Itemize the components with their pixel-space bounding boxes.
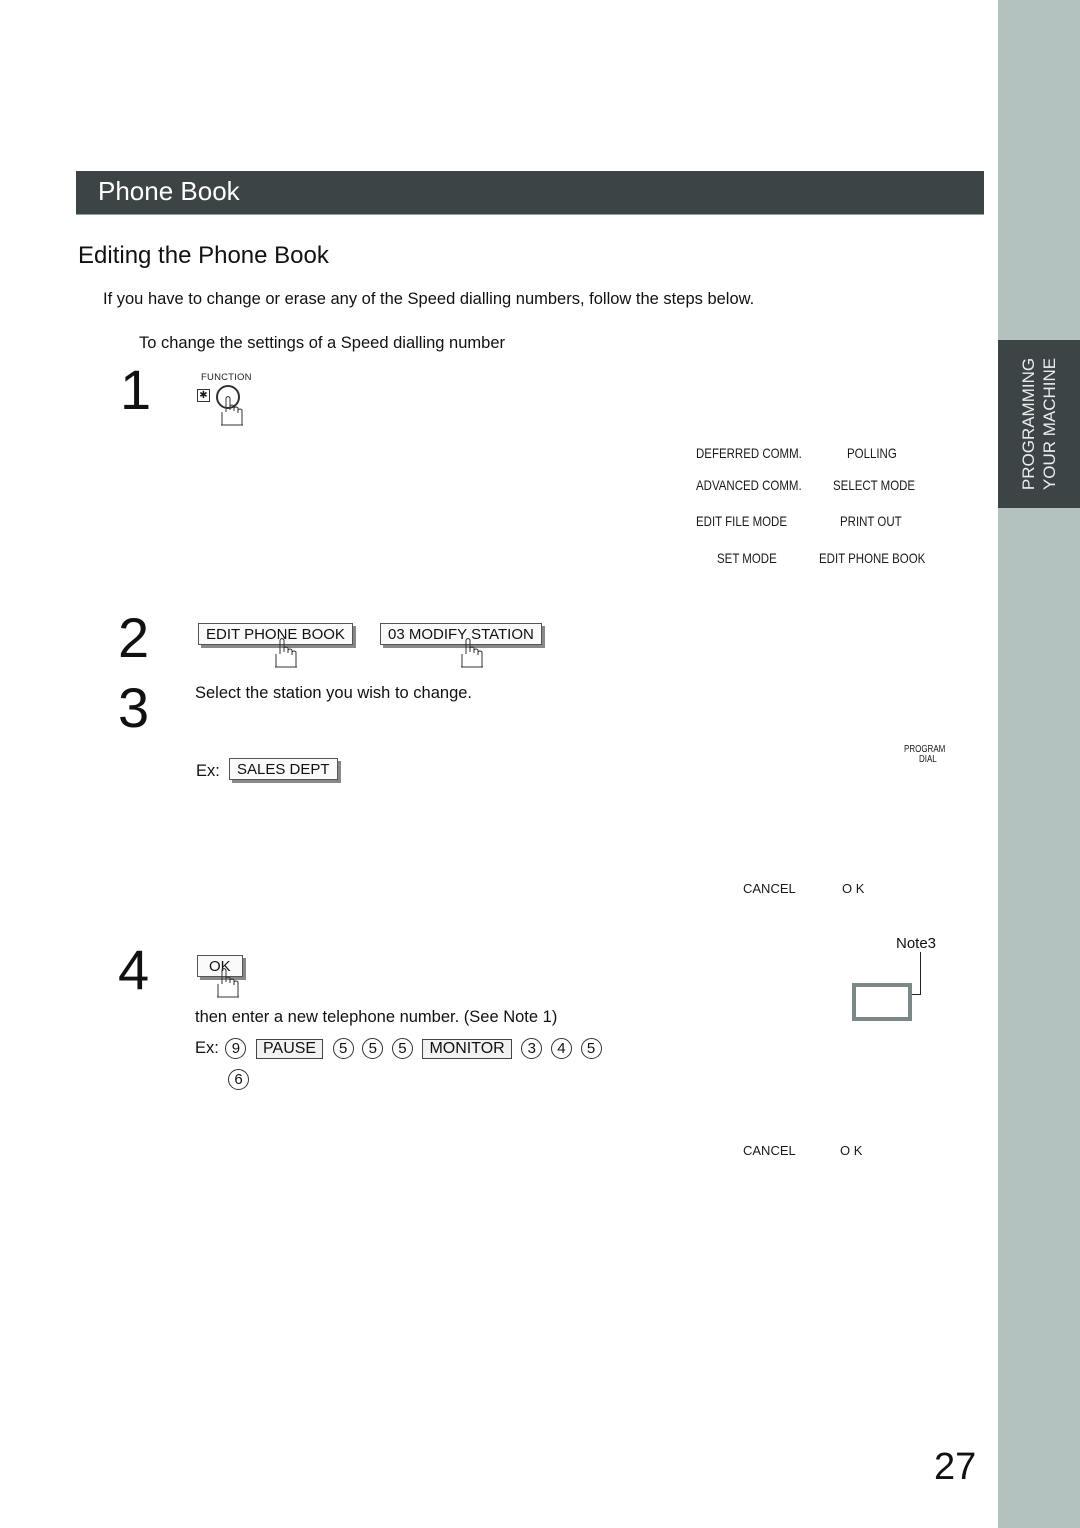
digit-key[interactable]: 5 bbox=[580, 1038, 602, 1059]
digit-key[interactable]: 5 bbox=[391, 1038, 413, 1059]
step-3-ex-label: Ex: bbox=[196, 762, 220, 780]
step-number-2: 2 bbox=[118, 606, 150, 669]
lcd-display-box bbox=[852, 983, 912, 1021]
menu-polling: POLLING bbox=[847, 445, 897, 461]
cancel-softkey[interactable]: CANCEL bbox=[743, 1143, 796, 1158]
step-4-text: then enter a new telephone number. (See … bbox=[195, 1008, 558, 1026]
dial-sequence: Ex: 9 PAUSE 5 5 5 MONITOR 3 4 5 bbox=[195, 1038, 604, 1059]
section-title: Editing the Phone Book bbox=[78, 242, 329, 269]
digit-key[interactable]: 3 bbox=[521, 1038, 543, 1059]
step-number-4: 4 bbox=[118, 938, 150, 1001]
menu-advanced-comm: ADVANCED COMM. bbox=[696, 477, 802, 493]
menu-select-mode: SELECT MODE bbox=[833, 477, 916, 493]
digit-key[interactable]: 4 bbox=[550, 1038, 572, 1059]
step-4-ex-label: Ex: bbox=[195, 1038, 219, 1057]
menu-set-mode: SET MODE bbox=[717, 550, 777, 566]
program-dial-label: PROGRAM DIAL bbox=[904, 745, 945, 765]
menu-print-out: PRINT OUT bbox=[840, 513, 902, 529]
digit-key[interactable]: 5 bbox=[362, 1038, 384, 1059]
press-hand-icon bbox=[221, 396, 243, 426]
sales-dept-key[interactable]: SALES DEPT bbox=[229, 758, 338, 780]
chapter-tab-line2: YOUR MACHINE bbox=[1040, 357, 1060, 491]
digit-key[interactable]: 5 bbox=[332, 1038, 354, 1059]
cancel-softkey[interactable]: CANCEL bbox=[743, 881, 796, 896]
step-number-1: 1 bbox=[120, 358, 152, 421]
menu-edit-file-mode: EDIT FILE MODE bbox=[696, 513, 788, 529]
press-hand-icon bbox=[217, 968, 239, 998]
ok-softkey[interactable]: O K bbox=[842, 881, 864, 896]
digit-key[interactable]: 9 bbox=[225, 1038, 247, 1059]
program-dial-line2: DIAL bbox=[918, 754, 937, 765]
step-3-text: Select the station you wish to change. bbox=[195, 684, 473, 702]
header-bar: Phone Book bbox=[76, 171, 984, 215]
dial-sequence-cont: 6 bbox=[226, 1069, 251, 1090]
pause-key[interactable]: PAUSE bbox=[256, 1038, 324, 1059]
page-number: 27 bbox=[934, 1446, 977, 1488]
header-title: Phone Book bbox=[98, 176, 240, 206]
menu-edit-phone-book: EDIT PHONE BOOK bbox=[819, 550, 926, 566]
star-icon: ✱ bbox=[197, 389, 210, 402]
press-hand-icon bbox=[275, 638, 297, 668]
step-number-3: 3 bbox=[118, 676, 150, 739]
subintro-text: To change the settings of a Speed dialli… bbox=[139, 334, 505, 352]
digit-key[interactable]: 6 bbox=[228, 1069, 249, 1090]
chapter-tab: PROGRAMMING YOUR MACHINE bbox=[998, 340, 1080, 508]
side-strip bbox=[998, 0, 1080, 1528]
press-hand-icon bbox=[461, 638, 483, 668]
ok-softkey[interactable]: O K bbox=[840, 1143, 862, 1158]
function-key-label: FUNCTION bbox=[201, 372, 252, 383]
monitor-key[interactable]: MONITOR bbox=[422, 1038, 512, 1059]
menu-deferred-comm: DEFERRED COMM. bbox=[696, 445, 802, 461]
note3-leader-line bbox=[920, 952, 921, 995]
chapter-tab-line1: PROGRAMMING bbox=[1019, 357, 1039, 491]
intro-text: If you have to change or erase any of th… bbox=[103, 290, 755, 308]
note3-label: Note3 bbox=[896, 935, 937, 952]
